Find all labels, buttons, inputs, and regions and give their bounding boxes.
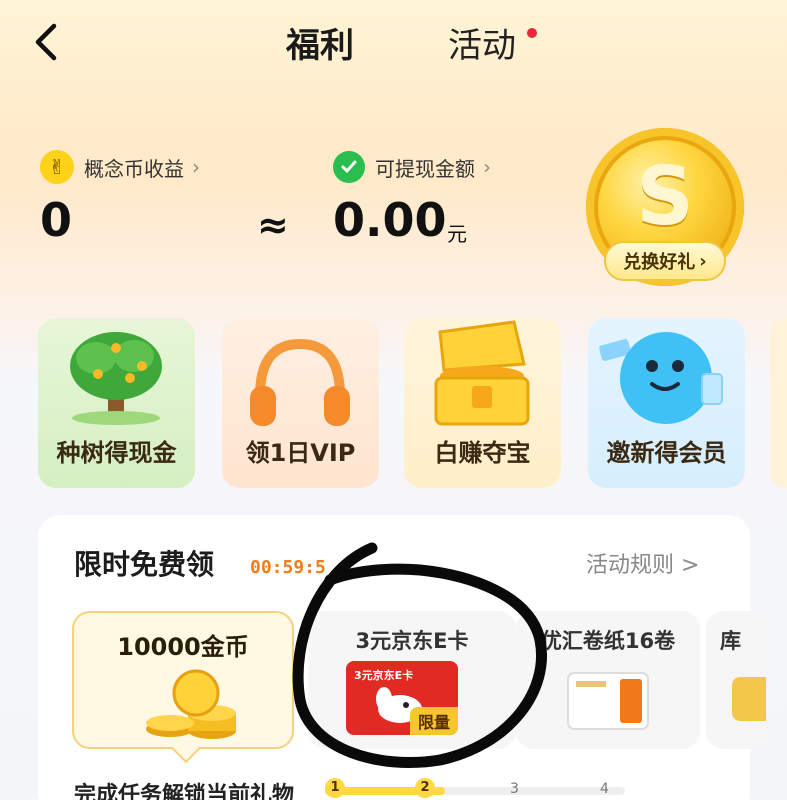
exchange-gifts-label: 兑换好礼 [623, 252, 696, 273]
withdrawable-label: 可提现金额 [375, 156, 475, 181]
gift-name: 优汇卷纸16卷 [540, 629, 676, 653]
chevron-right-icon: › [483, 155, 491, 179]
mascot-icon [599, 332, 723, 424]
withdrawable-link[interactable]: 可提现金额 › [333, 151, 491, 183]
activity-rules-link[interactable]: 活动规则 > [586, 547, 699, 579]
feature-more[interactable] [770, 318, 787, 488]
jd-card-icon: 3元京东E卡 限量 [346, 661, 458, 735]
feature-plant-tree[interactable]: 种树得现金 [38, 318, 195, 488]
top-bar: 福利 活动 [0, 0, 787, 90]
coin-earnings-value: 0 [40, 193, 73, 247]
coin-earnings-label: 概念币收益 [84, 156, 184, 181]
chevron-right-icon: › [699, 250, 707, 272]
step-3: 3 [510, 781, 519, 797]
tree-icon [70, 332, 162, 425]
treasure-chest-icon [434, 320, 530, 426]
step-4: 4 [600, 781, 609, 797]
gift-name: 3元京东E卡 [355, 629, 469, 653]
currency-unit: 元 [447, 222, 467, 246]
countdown-timer: 00:59:5 [250, 557, 326, 578]
coin-earnings-link[interactable]: ✌ 概念币收益 › [40, 150, 200, 184]
gift-icon [732, 677, 766, 721]
limited-tag: 限量 [409, 707, 458, 735]
notification-dot [527, 28, 537, 38]
feature-label: 邀新得会员 [606, 439, 727, 467]
tissue-icon [567, 672, 649, 730]
gift-name: 10000金币 [117, 633, 249, 661]
jd-card-text: 3元京东E卡 [354, 669, 414, 682]
gift-name: 库 [720, 629, 741, 653]
feature-treasure[interactable]: 白赚夺宝 [404, 318, 561, 488]
gift-card-partial[interactable]: 库 [706, 611, 766, 749]
approx-sign: ≈ [257, 203, 289, 247]
feature-label: 白赚夺宝 [434, 439, 531, 467]
free-gifts-panel: 限时免费领 00:59:5 活动规则 > 10000金币 3元京东E卡 3元京东… [38, 515, 766, 800]
headphones-icon [250, 338, 350, 426]
gift-card-coins[interactable]: 10000金币 [72, 611, 294, 764]
step-1: 1 [325, 778, 345, 798]
unlock-hint: 完成任务解锁当前礼物 [74, 783, 295, 800]
feature-invite[interactable]: 邀新得会员 [588, 318, 745, 488]
gold-coins-icon [146, 669, 236, 739]
panel-title: 限时免费领 [74, 548, 215, 581]
chevron-right-icon: › [192, 155, 200, 179]
back-icon[interactable] [26, 20, 66, 64]
gift-card-tissue[interactable]: 优汇卷纸16卷 [516, 611, 700, 749]
tab-welfare[interactable]: 福利 [286, 18, 354, 67]
gift-card-jd[interactable]: 3元京东E卡 3元京东E卡 限量 [308, 611, 516, 749]
withdrawable-value: 0.00 [333, 193, 447, 247]
feature-vip-day[interactable]: 领1日VIP [222, 318, 379, 488]
progress-bar [325, 787, 625, 795]
step-2: 2 [415, 778, 435, 798]
tab-activity[interactable]: 活动 [448, 18, 516, 67]
feature-label: 种树得现金 [56, 439, 177, 467]
coin-icon: ✌ [40, 150, 74, 184]
exchange-gifts-button[interactable]: 兑换好礼 › [604, 241, 726, 281]
feature-label: 领1日VIP [245, 439, 356, 467]
check-icon [333, 151, 365, 183]
